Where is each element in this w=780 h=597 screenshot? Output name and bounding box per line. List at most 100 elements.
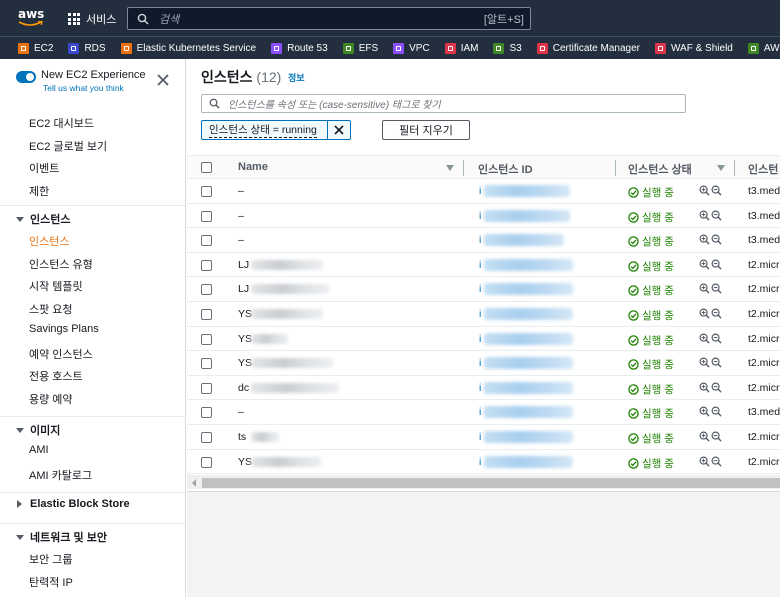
new-experience-toggle[interactable] xyxy=(16,71,36,83)
zoom-out-icon[interactable] xyxy=(711,456,722,467)
sidebar-item[interactable]: 보안 그룹 xyxy=(29,551,73,567)
redacted-instance-id[interactable] xyxy=(484,357,573,370)
sidebar-item[interactable]: AMI 카탈로그 xyxy=(29,467,92,483)
instance-id-link[interactable]: i xyxy=(479,234,481,246)
favorite-aws-cost-explorer[interactable]: AWS Cost Explorer xyxy=(747,42,780,54)
split-panel-divider[interactable] xyxy=(187,491,780,492)
sidebar-item[interactable]: 인스턴스 xyxy=(29,233,69,249)
instance-id-link[interactable]: i xyxy=(479,382,481,394)
sort-icon[interactable] xyxy=(446,165,454,171)
zoom-out-icon[interactable] xyxy=(711,185,722,196)
instance-id-link[interactable]: i xyxy=(479,308,481,320)
aws-logo[interactable]: aws xyxy=(18,8,46,30)
zoom-out-icon[interactable] xyxy=(711,234,722,245)
zoom-out-icon[interactable] xyxy=(711,382,722,393)
row-checkbox[interactable] xyxy=(201,333,212,345)
table-row[interactable]: YS i 실행 중 t2.micr xyxy=(187,449,780,475)
redacted-instance-id[interactable] xyxy=(484,234,564,247)
zoom-out-icon[interactable] xyxy=(711,333,722,344)
favorite-iam[interactable]: IAM xyxy=(444,42,478,54)
close-icon[interactable] xyxy=(156,73,170,87)
favorite-elastic-kubernetes-service[interactable]: Elastic Kubernetes Service xyxy=(120,42,256,54)
sidebar-section-header[interactable]: 이미지 xyxy=(16,422,60,438)
redacted-instance-id[interactable] xyxy=(484,455,573,468)
table-row[interactable]: LJ i 실행 중 t2.micr xyxy=(187,252,780,278)
zoom-in-icon[interactable] xyxy=(699,210,710,221)
instance-id-link[interactable]: i xyxy=(479,431,481,443)
table-row[interactable]: LJ i 실행 중 t2.micr xyxy=(187,277,780,302)
favorite-certificate-manager[interactable]: Certificate Manager xyxy=(536,42,640,54)
zoom-out-icon[interactable] xyxy=(711,259,722,270)
zoom-out-icon[interactable] xyxy=(711,357,722,368)
favorite-rds[interactable]: RDS xyxy=(68,42,106,54)
row-checkbox[interactable] xyxy=(201,186,212,197)
row-checkbox[interactable] xyxy=(201,259,212,271)
sidebar-item[interactable]: 예약 인스턴스 xyxy=(29,346,93,362)
remove-filter-button[interactable] xyxy=(328,121,350,139)
filter-token[interactable]: 인스턴스 상태 = running xyxy=(201,120,351,140)
zoom-out-icon[interactable] xyxy=(711,308,722,319)
column-header-name[interactable]: Name xyxy=(238,161,268,173)
sidebar-section-header[interactable]: Elastic Block Store xyxy=(16,498,130,510)
sidebar-item[interactable]: 이벤트 xyxy=(29,160,59,176)
select-all-checkbox[interactable] xyxy=(201,162,212,173)
instance-id-link[interactable]: i xyxy=(479,357,481,369)
instance-id-link[interactable]: i xyxy=(479,406,481,418)
sidebar-item[interactable]: 인스턴스 유형 xyxy=(29,256,93,272)
row-checkbox[interactable] xyxy=(201,382,212,394)
row-checkbox[interactable] xyxy=(201,358,212,370)
row-checkbox[interactable] xyxy=(201,284,212,296)
global-search-input[interactable]: 검색 [알트+S] xyxy=(127,7,531,30)
redacted-instance-id[interactable] xyxy=(484,332,573,345)
row-checkbox[interactable] xyxy=(201,309,212,320)
zoom-in-icon[interactable] xyxy=(699,333,710,344)
instance-id-link[interactable]: i xyxy=(479,333,481,345)
clear-filters-button[interactable]: 필터 지우기 xyxy=(382,120,470,140)
redacted-instance-id[interactable] xyxy=(484,209,570,222)
row-checkbox[interactable] xyxy=(201,210,212,222)
sidebar-item[interactable]: 제한 xyxy=(29,183,49,199)
sidebar-item[interactable]: 시작 템플릿 xyxy=(29,278,83,294)
sidebar-item[interactable]: Savings Plans xyxy=(29,323,99,335)
info-link[interactable]: 정보 xyxy=(288,71,305,84)
table-row[interactable]: ts i 실행 중 t2.micr xyxy=(187,425,780,450)
redacted-instance-id[interactable] xyxy=(484,381,573,394)
redacted-instance-id[interactable] xyxy=(484,283,573,296)
column-header-instance-type[interactable]: 인스턴 xyxy=(748,161,778,177)
zoom-in-icon[interactable] xyxy=(699,382,710,393)
zoom-in-icon[interactable] xyxy=(699,431,710,442)
table-row[interactable]: YS i 실행 중 t2.micr xyxy=(187,326,780,352)
sidebar-item[interactable]: 전용 호스트 xyxy=(29,368,83,384)
table-row[interactable]: – i 실행 중 t3.med xyxy=(187,400,780,425)
table-row[interactable]: dc i 실행 중 t2.micr xyxy=(187,375,780,401)
instance-id-link[interactable]: i xyxy=(479,185,481,197)
favorite-efs[interactable]: EFS xyxy=(342,42,378,54)
favorite-ec2[interactable]: EC2 xyxy=(18,42,53,54)
sidebar-item[interactable]: 용량 예약 xyxy=(29,391,73,407)
sidebar-item[interactable]: EC2 글로벌 보기 xyxy=(29,138,107,154)
zoom-in-icon[interactable] xyxy=(699,185,710,196)
redacted-instance-id[interactable] xyxy=(484,406,573,419)
sidebar-section-header[interactable]: 인스턴스 xyxy=(16,211,70,227)
scroll-left-icon[interactable] xyxy=(192,479,196,487)
table-row[interactable]: YS i 실행 중 t2.micr xyxy=(187,302,780,327)
zoom-in-icon[interactable] xyxy=(699,234,710,245)
row-checkbox[interactable] xyxy=(201,235,212,247)
zoom-out-icon[interactable] xyxy=(711,283,722,294)
row-checkbox[interactable] xyxy=(201,456,212,468)
feedback-link[interactable]: Tell us what you think xyxy=(43,83,146,93)
services-menu-button[interactable]: 서비스 xyxy=(68,11,116,27)
table-row[interactable]: – i 실행 중 t3.med xyxy=(187,203,780,229)
favorite-route-53[interactable]: Route 53 xyxy=(271,42,328,54)
zoom-in-icon[interactable] xyxy=(699,456,710,467)
table-row[interactable]: – i 실행 중 t3.med xyxy=(187,228,780,253)
instance-id-link[interactable]: i xyxy=(479,210,481,222)
redacted-instance-id[interactable] xyxy=(484,431,573,443)
favorite-vpc[interactable]: VPC xyxy=(393,42,430,54)
scrollbar-thumb[interactable] xyxy=(202,478,780,488)
instance-filter-input[interactable]: 인스턴스를 속성 또는 (case-sensitive) 태그로 찾기 xyxy=(201,94,686,113)
instance-id-link[interactable]: i xyxy=(479,283,481,295)
redacted-instance-id[interactable] xyxy=(484,185,570,197)
sidebar-item[interactable]: 스팟 요청 xyxy=(29,301,73,317)
sidebar-item[interactable]: AMI xyxy=(29,444,49,456)
